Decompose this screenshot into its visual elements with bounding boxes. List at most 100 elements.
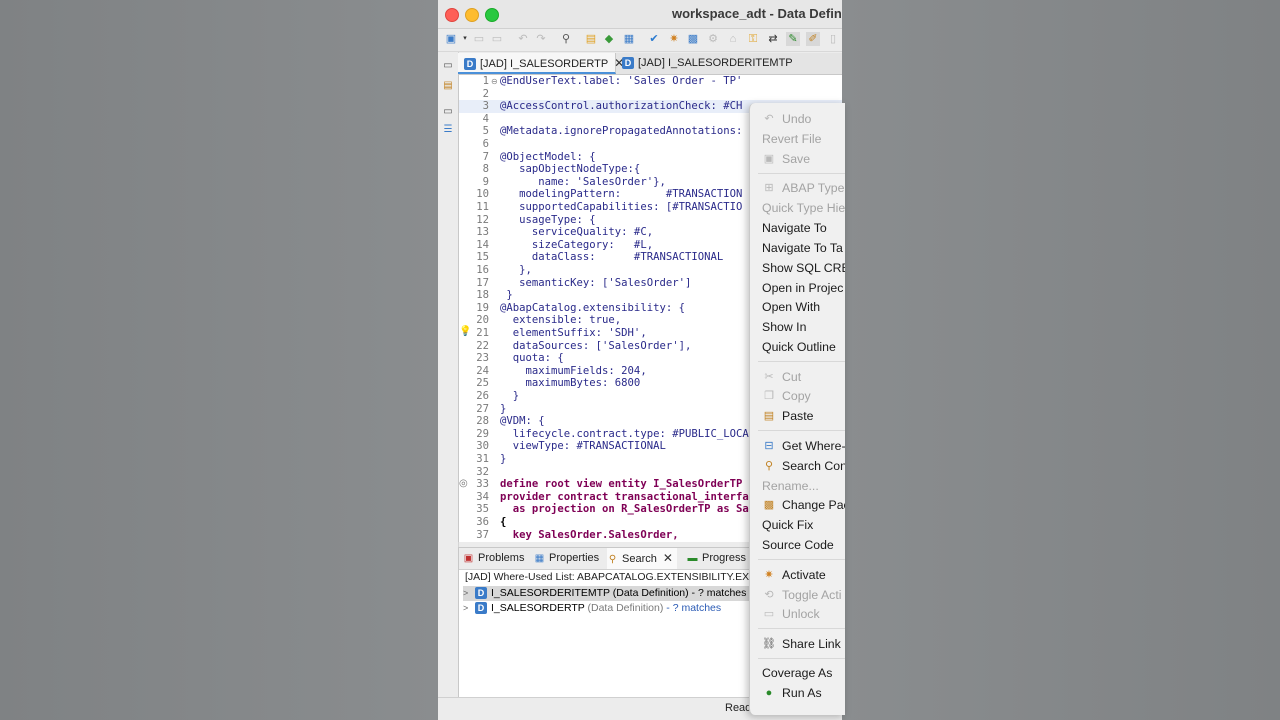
- background-left: [0, 0, 438, 720]
- code-text: lifecycle.contract.type: #PUBLIC_LOCA: [500, 427, 749, 440]
- new-icon[interactable]: ▣: [444, 32, 458, 46]
- menu-item-label: Undo: [782, 112, 812, 126]
- progress-icon: ▬: [687, 552, 698, 564]
- line-number: 1: [482, 75, 489, 87]
- link-icon[interactable]: ⚲: [559, 32, 573, 46]
- menu-item-run-as[interactable]: ● Run As: [750, 683, 845, 703]
- zoom-window-button[interactable]: [485, 8, 499, 22]
- menu-separator: [758, 628, 845, 630]
- menu-item-share-link[interactable]: ⛓ Share Link: [750, 634, 845, 654]
- tab-i-salesordertp[interactable]: D [JAD] I_SALESORDERTP ✕: [458, 53, 624, 74]
- code-text: }: [500, 453, 507, 465]
- tab-problems[interactable]: ▣ Problems: [463, 548, 525, 569]
- menu-item-save: ▣ Save: [750, 149, 845, 169]
- menu-item-get-where[interactable]: ⊟ Get Where-: [750, 436, 845, 456]
- code-line[interactable]: 2: [459, 88, 842, 101]
- activate-toolbar-icon[interactable]: ✷: [667, 32, 681, 46]
- refresh-icon[interactable]: ⇄: [766, 32, 780, 46]
- save-icon: ▣: [763, 152, 775, 165]
- save-all-icon[interactable]: ▭: [490, 32, 504, 46]
- tab-properties[interactable]: ▦ Properties: [534, 548, 599, 569]
- menu-item-coverage-as[interactable]: Coverage As: [750, 663, 845, 683]
- minimize-window-button[interactable]: [465, 8, 479, 22]
- debug-icon[interactable]: ⚙: [706, 32, 720, 46]
- code-text: sizeCategory: #L,: [500, 238, 654, 251]
- run-toolbar-icon[interactable]: ▩: [686, 32, 700, 46]
- menu-item-show-sql-cre[interactable]: Show SQL CRE: [750, 258, 845, 278]
- save-icon[interactable]: ▭: [472, 32, 486, 46]
- menu-item-quick-fix[interactable]: Quick Fix: [750, 515, 845, 535]
- line-number: 31: [476, 453, 489, 465]
- restore-icon[interactable]: ▭: [442, 60, 454, 72]
- menu-item-activate[interactable]: ✷ Activate: [750, 565, 845, 585]
- project-icon[interactable]: ◆: [602, 32, 616, 46]
- redo-toolbar-icon[interactable]: ↷: [534, 32, 548, 46]
- code-text: name: 'SalesOrder'},: [500, 175, 666, 188]
- code-text: key SalesOrder.SalesOrder,: [500, 528, 679, 541]
- properties-icon: ▦: [534, 552, 545, 564]
- highlight-icon[interactable]: ✐: [806, 32, 820, 46]
- tab-search[interactable]: ⚲ Search ✕: [607, 548, 677, 569]
- line-number: 27: [476, 402, 489, 415]
- menu-item-unlock: ▭ Unlock: [750, 604, 845, 624]
- paste-icon: ▤: [763, 410, 775, 423]
- code-text: usageType: {: [500, 213, 596, 226]
- quickfix-bulb-icon[interactable]: 💡: [459, 326, 471, 337]
- menu-item-cut: ✂ Cut: [750, 367, 845, 387]
- close-window-button[interactable]: [445, 8, 459, 22]
- menu-item-quick-type-hie: Quick Type Hie: [750, 198, 845, 218]
- menu-item-navigate-to-ta[interactable]: Navigate To Ta: [750, 238, 845, 258]
- open-object-icon[interactable]: ▤: [584, 32, 598, 46]
- line-number: 14: [476, 238, 489, 251]
- menu-item-label: Quick Outline: [762, 340, 836, 355]
- tab-i-salesorderitemtp[interactable]: D [JAD] I_SALESORDERITEMTP: [622, 53, 793, 74]
- result-type: (Data Definition): [584, 602, 664, 614]
- editor-tabs: D [JAD] I_SALESORDERTP ✕ D [JAD] I_SALESORD…: [458, 53, 842, 75]
- fold-icon[interactable]: ⊖: [491, 77, 498, 86]
- annotate-icon[interactable]: ✎: [786, 32, 800, 46]
- menu-item-label: Open in Projec: [762, 280, 844, 295]
- profile-icon[interactable]: ⌂: [726, 32, 740, 46]
- menu-item-source-code[interactable]: Source Code: [750, 535, 845, 555]
- search-result-row[interactable]: > D I_SALESORDERTP (Data Definition) - ? m…: [463, 601, 721, 616]
- check-icon[interactable]: ✔: [647, 32, 661, 46]
- code-text: semanticKey: ['SalesOrder']: [500, 276, 692, 289]
- tab-progress[interactable]: ▬ Progress: [687, 548, 747, 569]
- dropdown-arrow-icon[interactable]: ▾: [458, 32, 472, 46]
- close-icon[interactable]: ✕: [663, 551, 673, 565]
- tab-label: [JAD] I_SALESORDERITEMTP: [638, 57, 793, 69]
- breakpoint-marker-icon[interactable]: ◎: [459, 478, 468, 489]
- external-tools-icon[interactable]: ⚿: [746, 32, 760, 46]
- code-line[interactable]: 1 @EndUserText.label: 'Sales Order - TP': [459, 75, 842, 88]
- code-text: {: [500, 516, 507, 528]
- cut-icon: ✂: [764, 370, 774, 383]
- chevron-right-icon[interactable]: >: [463, 601, 475, 616]
- outline-icon[interactable]: ☰: [442, 124, 454, 136]
- restore-icon-2[interactable]: ▭: [442, 106, 454, 118]
- lock-icon: ▭: [763, 608, 775, 621]
- project-explorer-icon[interactable]: ▤: [442, 80, 454, 92]
- menu-item-quick-outline[interactable]: Quick Outline: [750, 337, 845, 357]
- undo-toolbar-icon[interactable]: ↶: [516, 32, 530, 46]
- line-number: 11: [476, 201, 489, 213]
- menu-item-navigate-to[interactable]: Navigate To: [750, 218, 845, 238]
- menu-item-change-pac[interactable]: ▩ Change Pac: [750, 495, 845, 515]
- transport-icon[interactable]: ▦: [622, 32, 636, 46]
- result-matches: - ? matches: [688, 587, 747, 599]
- left-trim-bar: ▭ ▤ ▭ ☰: [438, 52, 459, 720]
- code-text: extensible: true,: [500, 314, 622, 327]
- line-number: 26: [476, 390, 489, 402]
- type-hierarchy-icon: ⊞: [764, 182, 774, 195]
- line-number: 29: [476, 427, 489, 440]
- code-text: maximumBytes: 6800: [500, 377, 641, 390]
- chevron-right-icon[interactable]: >: [463, 586, 475, 601]
- window-title: workspace_adt - Data Definiti: [672, 6, 842, 21]
- menu-item-label: Copy: [782, 389, 811, 404]
- menu-item-show-in[interactable]: Show In: [750, 317, 845, 337]
- menu-item-search-con[interactable]: ⚲ Search Con: [750, 456, 845, 476]
- document-icon[interactable]: ▯: [826, 32, 840, 46]
- menu-item-paste[interactable]: ▤ Paste: [750, 406, 845, 426]
- menu-item-open-in-projec[interactable]: Open in Projec: [750, 278, 845, 298]
- menu-item-open-with[interactable]: Open With: [750, 297, 845, 317]
- line-number: 30: [476, 440, 489, 453]
